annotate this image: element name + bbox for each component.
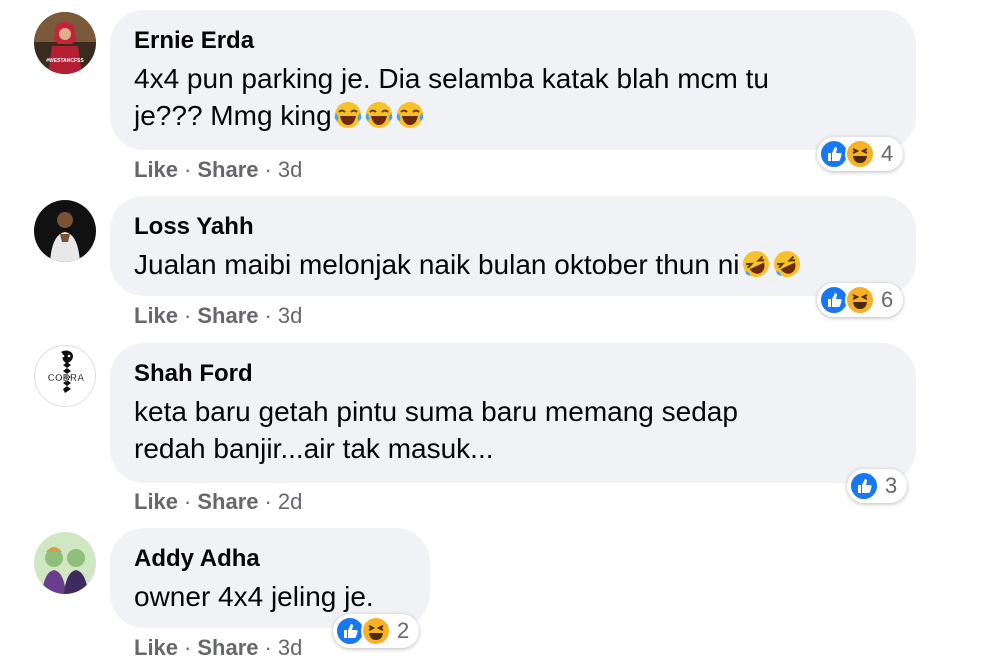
- reaction-summary[interactable]: 2: [333, 614, 420, 648]
- svg-text:#WESTANCFSS: #WESTANCFSS: [46, 58, 84, 64]
- comment-actions: Like · Share · 3d: [134, 157, 303, 182]
- avatar[interactable]: [34, 532, 96, 594]
- share-button[interactable]: Share: [197, 635, 258, 660]
- share-button[interactable]: Share: [197, 157, 258, 182]
- comment-author[interactable]: Ernie Erda: [134, 26, 892, 56]
- haha-icon: [361, 616, 391, 646]
- comment-bubble: Ernie Erda 4x4 pun parking je. Dia selam…: [110, 10, 916, 150]
- comment-author[interactable]: Loss Yahh: [134, 212, 892, 242]
- laughing-tears-icon: [333, 100, 363, 130]
- laughing-tears-icon: [395, 100, 425, 130]
- comment-actions: Like · Share · 2d: [134, 489, 303, 514]
- reaction-count: 3: [885, 473, 898, 498]
- comment-author[interactable]: Addy Adha: [134, 544, 406, 574]
- comment-bubble: Addy Adha owner 4x4 jeling je.: [110, 528, 430, 628]
- reaction-summary[interactable]: 6: [817, 283, 904, 317]
- haha-icon: [845, 285, 875, 315]
- comment-text: Jualan maibi melonjak naik bulan oktober…: [134, 246, 892, 283]
- comment-text: keta baru getah pintu suma baru memang s…: [134, 396, 738, 464]
- comment-text: owner 4x4 jeling je.: [134, 581, 374, 612]
- like-button[interactable]: Like: [134, 157, 178, 182]
- comment-actions: Like · Share · 3d: [134, 303, 303, 328]
- comment-bubble: Shah Ford keta baru getah pintu suma bar…: [110, 343, 916, 483]
- comment-bubble: Loss Yahh Jualan maibi melonjak naik bul…: [110, 196, 916, 296]
- comment-actions: Like · Share · 3d: [134, 635, 303, 660]
- reaction-count: 6: [881, 287, 894, 312]
- avatar[interactable]: COBRA: [34, 345, 96, 407]
- share-button[interactable]: Share: [197, 489, 258, 514]
- timestamp[interactable]: 3d: [278, 157, 302, 182]
- reaction-count: 4: [881, 141, 894, 166]
- comment-text: 4x4 pun parking je. Dia selamba katak bl…: [134, 63, 769, 131]
- haha-icon: [845, 139, 875, 169]
- reaction-summary[interactable]: 3: [847, 469, 908, 503]
- reaction-count: 2: [397, 618, 410, 643]
- avatar[interactable]: [34, 200, 96, 262]
- share-button[interactable]: Share: [197, 303, 258, 328]
- like-button[interactable]: Like: [134, 635, 178, 660]
- avatar[interactable]: #WESTANCFSS: [34, 12, 96, 74]
- like-button[interactable]: Like: [134, 303, 178, 328]
- like-button[interactable]: Like: [134, 489, 178, 514]
- timestamp[interactable]: 2d: [278, 489, 302, 514]
- rolling-laughing-icon: [741, 249, 771, 279]
- timestamp[interactable]: 3d: [278, 635, 302, 660]
- comment-author[interactable]: Shah Ford: [134, 359, 892, 389]
- svg-text:COBRA: COBRA: [48, 373, 85, 384]
- like-icon: [849, 471, 879, 501]
- timestamp[interactable]: 3d: [278, 303, 302, 328]
- reaction-summary[interactable]: 4: [817, 137, 904, 171]
- rolling-laughing-icon: [772, 249, 802, 279]
- laughing-tears-icon: [364, 100, 394, 130]
